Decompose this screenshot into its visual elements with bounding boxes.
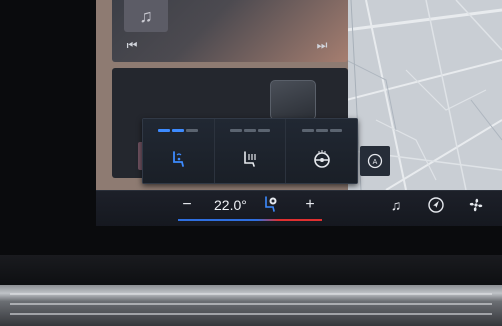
steering-wheel-heating-button[interactable] [286,119,358,183]
seat-ventilation-level [158,129,199,132]
music-button[interactable]: ♫ [386,195,406,215]
level-bar [329,129,342,132]
infotainment-screen: ♫ ⏮ ⏭ C [96,0,502,226]
fan-icon[interactable] [466,195,486,215]
level-bar [258,129,270,132]
level-bar [315,129,328,132]
vent-slat [10,303,492,305]
level-bar [244,129,256,132]
air-vent [0,285,502,326]
seat-ventilation-icon [173,151,185,167]
temperature-down-button[interactable]: − [178,195,196,215]
vent-slat [10,293,492,295]
level-bar [301,129,314,132]
level-bar [172,129,185,132]
next-track-button[interactable]: ⏭ [314,38,330,52]
seat-heating-icon [244,151,256,167]
dashboard-trim [0,255,502,285]
seat-ventilation-button[interactable] [143,119,215,183]
temperature-value: 22.0° [214,197,247,213]
seat-heating-level [230,129,270,132]
steering-wheel-heating-level [301,129,342,132]
steering-wheel-heating-icon [313,150,330,168]
level-bar [158,129,171,132]
svg-text:A: A [373,159,378,166]
level-bar [186,129,199,132]
seat-climate-popup [142,118,358,184]
vent-slat [10,313,492,315]
seat-heating-button[interactable] [214,119,287,183]
previous-track-button[interactable]: ⏮ [124,38,140,52]
level-bar [230,129,242,132]
temperature-indicator-bar [178,219,322,221]
music-note-icon: ♫ [124,0,168,32]
auto-climate-button[interactable]: A [360,146,390,176]
navigation-icon[interactable] [426,195,446,215]
climate-bar: − 22.0° + ♫ [96,190,502,226]
temperature-up-button[interactable]: + [301,195,319,215]
media-widget[interactable]: ♫ ⏮ ⏭ [112,0,348,62]
seat-climate-icon[interactable] [262,195,280,213]
car-display-scene: ♫ ⏮ ⏭ C [0,0,502,326]
phone-icon [270,80,316,120]
auto-climate-icon: A [367,153,383,169]
